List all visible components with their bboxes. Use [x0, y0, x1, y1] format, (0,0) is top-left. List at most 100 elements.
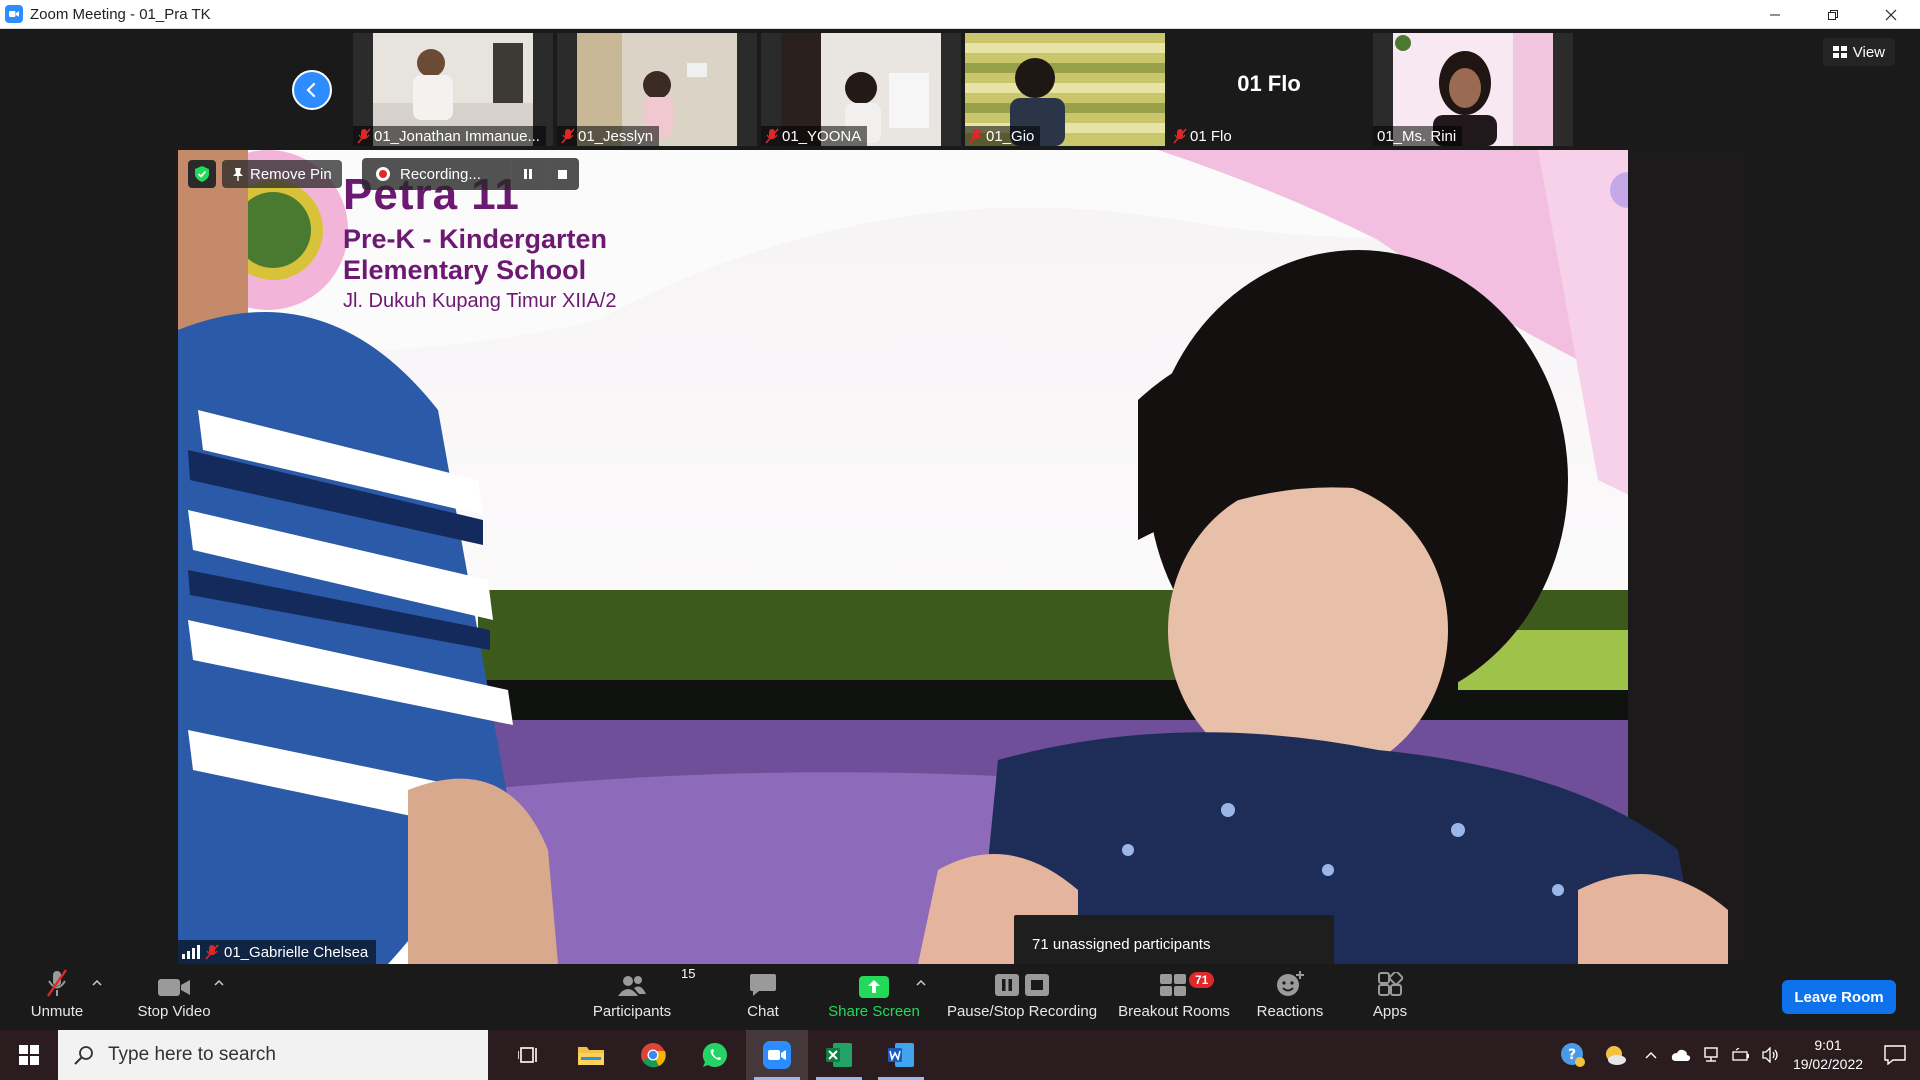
participant-thumbnail[interactable]: 01_Jesslyn [557, 33, 757, 146]
previous-page-button[interactable] [292, 70, 332, 110]
remove-pin-label: Remove Pin [250, 165, 332, 183]
active-speaker-video[interactable]: Petra 11 Pre-K - Kindergarten Elementary… [178, 150, 1743, 964]
stop-video-label: Stop Video [137, 1003, 211, 1020]
chevron-up-icon [214, 979, 224, 986]
participant-name: 01_Ms. Rini [1377, 127, 1457, 145]
start-button[interactable] [0, 1030, 58, 1080]
pin-icon [233, 168, 243, 181]
mic-muted-icon [765, 128, 779, 144]
unmute-button[interactable]: Unmute [22, 964, 92, 1030]
speaker-name-tag: 01_Gabrielle Chelsea [178, 940, 377, 964]
help-tray-button[interactable]: ? [1552, 1030, 1594, 1080]
search-icon [74, 1046, 93, 1065]
participant-name-tag: 01_YOONA [761, 126, 868, 146]
breakout-rooms-button[interactable]: 71 Breakout Rooms [1114, 964, 1234, 1030]
windows-taskbar: Type here to search ? 9:01 19/02/2022 [0, 1030, 1920, 1080]
participant-thumbnail[interactable]: 01_Ms. Rini [1373, 33, 1573, 146]
weather-tray-button[interactable] [1594, 1030, 1636, 1080]
video-camera-icon [158, 979, 190, 996]
taskbar-search[interactable]: Type here to search [58, 1030, 488, 1080]
pause-stop-recording-label: Pause/Stop Recording [946, 1003, 1098, 1020]
share-screen-button[interactable]: Share Screen [826, 964, 922, 1030]
pause-recording-button[interactable] [510, 158, 545, 190]
pause-stop-recording-icon [995, 974, 1049, 996]
task-view-button[interactable] [498, 1030, 560, 1080]
restore-icon [1828, 9, 1838, 20]
participant-thumbnail[interactable]: 01 Flo 01 Flo [1169, 33, 1369, 146]
school-levels: Pre-K - Kindergarten [343, 224, 608, 254]
zoom-taskbar-button[interactable] [746, 1030, 808, 1080]
participants-count: 15 [681, 966, 696, 981]
onedrive-tray-button[interactable] [1666, 1030, 1696, 1080]
participant-name: 01_Jesslyn [578, 127, 654, 145]
pause-stop-recording-button[interactable]: Pause/Stop Recording [946, 964, 1098, 1030]
volume-tray-button[interactable] [1756, 1030, 1786, 1080]
whatsapp-icon [702, 1042, 727, 1068]
mic-muted-icon [561, 128, 575, 144]
breakout-rooms-label: Breakout Rooms [1118, 1003, 1230, 1020]
stop-icon [557, 169, 567, 179]
unmute-label: Unmute [30, 1003, 84, 1020]
network-tray-button[interactable] [1696, 1030, 1726, 1080]
clock-date: 19/02/2022 [1792, 1056, 1864, 1072]
whatsapp-button[interactable] [684, 1030, 746, 1080]
school-address: Jl. Dukuh Kupang Timur XIIA/2 [343, 290, 617, 312]
school-type: Elementary School [343, 255, 587, 285]
participant-name: 01_Gio [986, 127, 1035, 145]
window-title: Zoom Meeting - 01_Pra TK [30, 5, 211, 23]
video-options-caret[interactable] [214, 978, 224, 990]
participant-name-tag: 01_Jesslyn [557, 126, 660, 146]
remove-pin-button[interactable]: Remove Pin [222, 160, 342, 188]
pinned-apps [498, 1030, 932, 1080]
windows-logo-icon [19, 1045, 39, 1065]
zoom-app-icon [5, 5, 23, 23]
mic-muted-icon [47, 969, 67, 997]
system-tray: ? 9:01 19/02/2022 [1552, 1030, 1920, 1080]
participant-thumbnail[interactable]: 01_Gio [965, 33, 1165, 146]
file-explorer-button[interactable] [560, 1030, 622, 1080]
window-titlebar: Zoom Meeting - 01_Pra TK [0, 0, 1920, 29]
stop-video-button[interactable]: Stop Video [132, 964, 216, 1030]
breakout-rooms-icon [1160, 974, 1186, 996]
excel-button[interactable] [808, 1030, 870, 1080]
zoom-icon [763, 1041, 791, 1069]
reactions-button[interactable]: Reactions [1250, 964, 1330, 1030]
chevron-up-icon [916, 979, 926, 986]
folder-icon [578, 1047, 604, 1065]
window-controls [1746, 0, 1920, 29]
participants-button[interactable]: 15 Participants [590, 964, 696, 1030]
weather-icon [1606, 1046, 1626, 1065]
apps-icon [1378, 972, 1403, 996]
restore-button[interactable] [1804, 0, 1862, 29]
audio-options-caret[interactable] [92, 978, 102, 990]
leave-room-button[interactable]: Leave Room [1782, 980, 1896, 1014]
stop-recording-button[interactable] [544, 158, 579, 190]
apps-label: Apps [1372, 1003, 1408, 1020]
excel-icon [826, 1043, 852, 1067]
notification-center-button[interactable] [1870, 1030, 1920, 1080]
participant-thumbnail[interactable]: 01_YOONA [761, 33, 961, 146]
word-button[interactable] [870, 1030, 932, 1080]
battery-tray-button[interactable] [1726, 1030, 1756, 1080]
meeting-controls: Unmute Stop Video 15 Participants Chat S… [0, 964, 1920, 1030]
reactions-label: Reactions [1256, 1003, 1324, 1020]
task-view-icon [518, 1047, 537, 1063]
recording-indicator: Recording... [362, 158, 579, 190]
chrome-button[interactable] [622, 1030, 684, 1080]
smiley-plus-icon [1277, 971, 1304, 996]
minimize-button[interactable] [1746, 0, 1804, 29]
system-clock[interactable]: 9:01 19/02/2022 [1786, 1036, 1870, 1074]
encryption-badge[interactable] [188, 160, 216, 188]
share-options-caret[interactable] [916, 978, 926, 990]
word-icon [888, 1043, 914, 1067]
view-button[interactable]: View [1822, 38, 1895, 66]
participant-display-name: 01 Flo [1237, 71, 1301, 96]
pause-icon [524, 169, 533, 179]
show-hidden-icons-button[interactable] [1636, 1030, 1666, 1080]
participants-label: Participants [592, 1003, 672, 1020]
chat-button[interactable]: Chat [733, 964, 793, 1030]
participant-thumbnail[interactable]: 01_Jonathan Immanue... [353, 33, 553, 146]
close-button[interactable] [1862, 0, 1920, 29]
apps-button[interactable]: Apps [1360, 964, 1420, 1030]
speaker-name: 01_Gabrielle Chelsea [224, 943, 369, 961]
